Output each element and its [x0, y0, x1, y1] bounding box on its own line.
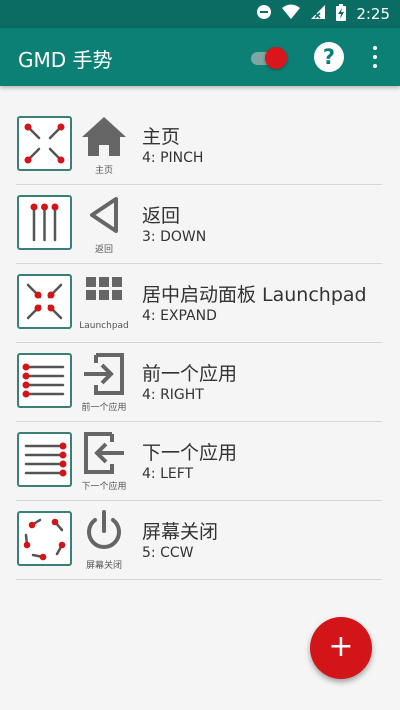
toggle-thumb — [265, 47, 287, 69]
battery-charging-icon — [336, 3, 347, 25]
gesture-title: 主页 — [142, 126, 181, 148]
enter-right-icon — [78, 351, 130, 397]
pinch-icon — [17, 116, 72, 171]
action-caption: Launchpad — [79, 321, 129, 331]
action-caption: 返回 — [94, 245, 113, 255]
action-caption: 前一个应用 — [81, 403, 127, 413]
power-icon — [78, 509, 130, 555]
help-button[interactable]: ? — [314, 42, 344, 72]
home-icon — [78, 114, 130, 160]
swipe-right-icon — [17, 353, 72, 408]
app-bar: GMD 手势 ? — [0, 28, 400, 86]
list-item[interactable]: 返回 返回 3: DOWN — [0, 185, 400, 264]
swipe-left-icon — [17, 432, 72, 487]
gesture-title: 屏幕关闭 — [142, 521, 219, 543]
gesture-title: 返回 — [142, 205, 181, 227]
back-triangle-icon — [78, 193, 130, 239]
status-time: 2:25 — [356, 5, 390, 23]
gesture-subtitle: 3: DOWN — [142, 229, 207, 245]
divider — [16, 579, 382, 580]
gesture-subtitle: 4: LEFT — [142, 466, 194, 482]
action-caption: 主页 — [94, 166, 113, 176]
enter-left-icon — [78, 430, 130, 476]
list-item[interactable]: 主页 主页 4: PINCH — [0, 106, 400, 185]
list-item[interactable]: 屏幕关闭 屏幕关闭 5: CCW — [0, 501, 400, 580]
list-item[interactable]: 前一个应用 前一个应用 4: RIGHT — [0, 343, 400, 422]
gesture-title: 前一个应用 — [142, 363, 238, 385]
list-item[interactable]: 下一个应用 下一个应用 4: LEFT — [0, 422, 400, 501]
gesture-enable-toggle[interactable] — [247, 47, 289, 69]
action-caption: 下一个应用 — [81, 482, 127, 492]
expand-icon — [17, 274, 72, 329]
app-title: GMD 手势 — [18, 48, 113, 72]
add-gesture-button[interactable]: + — [310, 617, 372, 679]
gesture-subtitle: 4: EXPAND — [142, 308, 217, 324]
status-bar: 2:25 — [0, 0, 400, 28]
gesture-list: 主页 主页 4: PINCH 返回 返回 3: DOWN Launchpad 居… — [0, 106, 400, 580]
rotate-ccw-icon — [17, 511, 72, 566]
dnd-icon — [256, 4, 272, 24]
signal-icon — [310, 4, 326, 24]
gesture-subtitle: 4: PINCH — [142, 150, 204, 166]
gesture-title: 下一个应用 — [142, 442, 238, 464]
three-finger-down-icon — [17, 195, 72, 250]
more-options-icon[interactable] — [364, 44, 386, 70]
gesture-subtitle: 4: RIGHT — [142, 387, 204, 403]
list-item[interactable]: Launchpad 居中启动面板 Launchpad 4: EXPAND — [0, 264, 400, 343]
gesture-title: 居中启动面板 Launchpad — [142, 284, 367, 306]
wifi-icon — [282, 4, 301, 24]
action-caption: 屏幕关闭 — [85, 561, 122, 571]
gesture-subtitle: 5: CCW — [142, 545, 194, 561]
grid-icon — [78, 272, 130, 318]
status-icons: 2:25 — [256, 3, 390, 25]
